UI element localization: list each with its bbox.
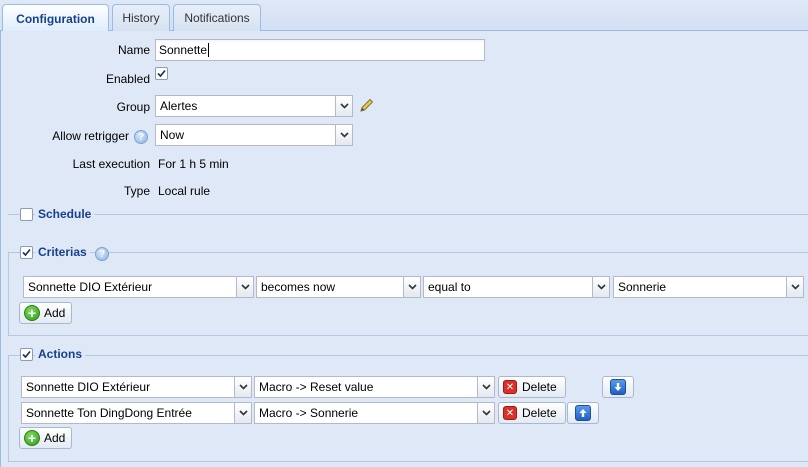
- chevron-down-icon[interactable]: [335, 125, 352, 145]
- criteria-device-value: Sonnette DIO Extérieur: [28, 280, 153, 294]
- actions-legend: Actions: [35, 347, 86, 361]
- delete-x-icon: ✕: [503, 406, 517, 420]
- type-value: Local rule: [158, 184, 211, 198]
- group-select[interactable]: Alertes: [155, 95, 353, 117]
- action-device-select[interactable]: Sonnette DIO Extérieur: [21, 376, 252, 398]
- action-macro-select[interactable]: Macro -> Sonnerie: [254, 402, 495, 424]
- name-label: Name: [117, 43, 150, 57]
- retrigger-label: Allow retrigger: [52, 129, 129, 143]
- action-macro-value: Macro -> Sonnerie: [259, 406, 359, 420]
- add-button-label: Add: [44, 431, 66, 445]
- delete-x-icon: ✕: [503, 380, 517, 394]
- help-icon[interactable]: ?: [95, 247, 109, 261]
- enabled-label: Enabled: [105, 72, 150, 86]
- schedule-checkbox[interactable]: [20, 208, 33, 221]
- tab-bar: Configuration History Notifications: [0, 0, 808, 32]
- tab-notifications[interactable]: Notifications: [173, 4, 261, 31]
- schedule-legend: Schedule: [35, 207, 95, 221]
- checkmark-icon: [22, 350, 31, 359]
- chevron-down-icon[interactable]: [335, 96, 352, 116]
- chevron-down-icon[interactable]: [236, 277, 253, 297]
- action-delete-button[interactable]: ✕ Delete: [498, 376, 566, 398]
- criteria-value-select[interactable]: Sonnerie: [613, 276, 804, 298]
- criterias-checkbox[interactable]: [20, 246, 33, 259]
- tab-configuration[interactable]: Configuration: [2, 4, 109, 32]
- criteria-device-select[interactable]: Sonnette DIO Extérieur: [23, 276, 254, 298]
- group-select-value: Alertes: [160, 99, 198, 113]
- plus-icon: +: [24, 430, 40, 446]
- chevron-down-icon[interactable]: [234, 377, 251, 397]
- move-down-button[interactable]: [602, 376, 634, 398]
- schedule-fieldset: [8, 214, 808, 215]
- arrow-up-icon: [575, 405, 591, 421]
- criteria-add-button[interactable]: + Add: [19, 302, 72, 324]
- action-device-value: Sonnette Ton DingDong Entrée: [26, 406, 192, 420]
- chevron-down-icon[interactable]: [403, 277, 420, 297]
- chevron-down-icon[interactable]: [786, 277, 803, 297]
- criteria-event-select[interactable]: becomes now: [256, 276, 421, 298]
- chevron-down-icon[interactable]: [477, 377, 494, 397]
- chevron-down-icon[interactable]: [234, 403, 251, 423]
- chevron-down-icon[interactable]: [592, 277, 609, 297]
- action-delete-button[interactable]: ✕ Delete: [498, 402, 566, 424]
- action-add-button[interactable]: + Add: [19, 427, 72, 449]
- type-label: Type: [123, 184, 150, 198]
- action-device-select[interactable]: Sonnette Ton DingDong Entrée: [21, 402, 252, 424]
- arrow-down-icon: [610, 379, 626, 395]
- criteria-event-value: becomes now: [261, 280, 336, 294]
- delete-button-label: Delete: [522, 380, 557, 394]
- move-up-button[interactable]: [567, 402, 599, 424]
- tab-label: History: [122, 11, 160, 25]
- actions-checkbox[interactable]: [20, 348, 33, 361]
- last-execution-value: For 1 h 5 min: [158, 157, 229, 171]
- criteria-operator-select[interactable]: equal to: [423, 276, 610, 298]
- name-input[interactable]: Sonnette: [155, 39, 485, 61]
- tab-history[interactable]: History: [112, 4, 170, 31]
- action-device-value: Sonnette DIO Extérieur: [26, 380, 151, 394]
- add-button-label: Add: [44, 306, 66, 320]
- text-cursor: [208, 43, 210, 57]
- checkmark-icon: [22, 248, 31, 257]
- chevron-down-icon[interactable]: [477, 403, 494, 423]
- checkmark-icon: [157, 69, 166, 78]
- enabled-checkbox[interactable]: [155, 67, 168, 80]
- tab-label: Configuration: [16, 11, 95, 26]
- tab-label: Notifications: [184, 11, 250, 25]
- action-macro-select[interactable]: Macro -> Reset value: [254, 376, 495, 398]
- last-execution-label: Last execution: [72, 157, 150, 171]
- action-macro-value: Macro -> Reset value: [259, 380, 374, 394]
- pencil-edit-icon[interactable]: [358, 97, 375, 117]
- criterias-legend: Criterias: [35, 245, 90, 259]
- criteria-operator-value: equal to: [428, 280, 471, 294]
- criteria-value-value: Sonnerie: [618, 280, 667, 294]
- help-icon[interactable]: ?: [134, 130, 148, 144]
- retrigger-select[interactable]: Now: [155, 124, 353, 146]
- retrigger-select-value: Now: [160, 128, 185, 142]
- plus-icon: +: [24, 305, 40, 321]
- delete-button-label: Delete: [522, 406, 557, 420]
- name-input-value: Sonnette: [159, 43, 208, 57]
- group-label: Group: [116, 100, 150, 114]
